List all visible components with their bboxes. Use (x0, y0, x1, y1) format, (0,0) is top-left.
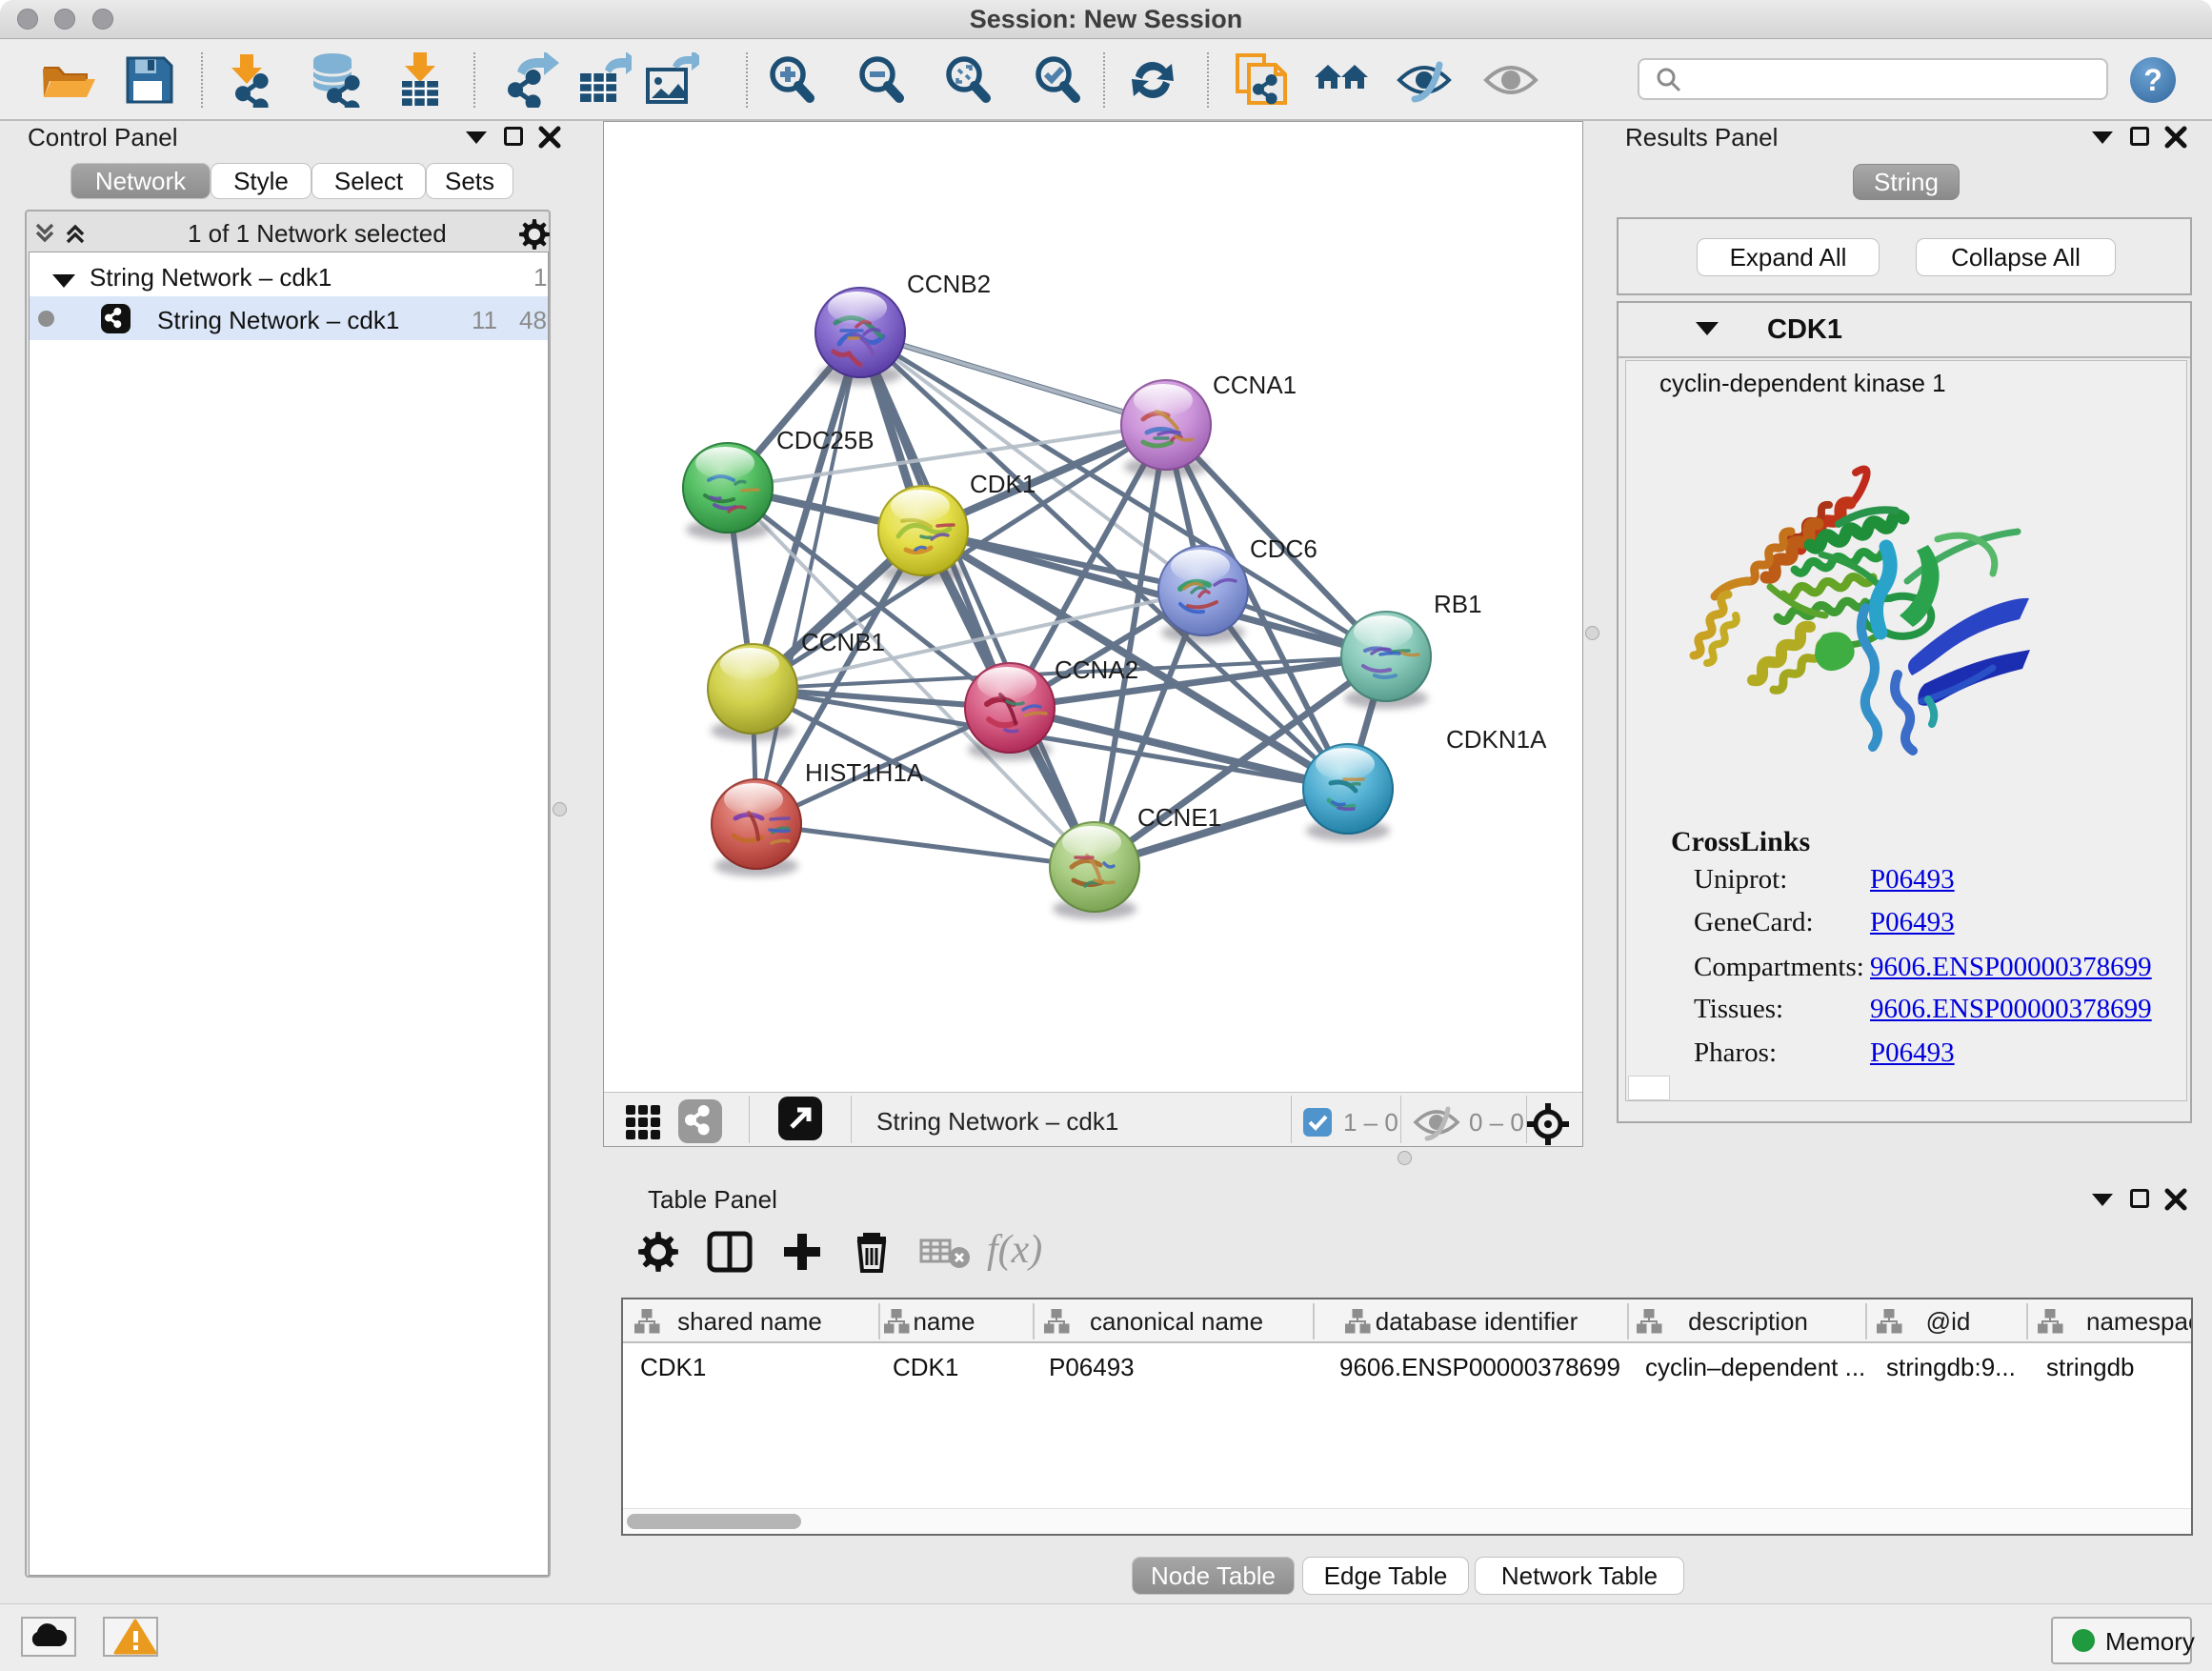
svg-text:CCNB1: CCNB1 (801, 628, 885, 656)
svg-text:CDC25B: CDC25B (776, 426, 875, 454)
svg-text:HIST1H1A: HIST1H1A (805, 758, 924, 787)
svg-text:CDC6: CDC6 (1250, 534, 1317, 563)
svg-text:CCNA1: CCNA1 (1213, 371, 1297, 399)
svg-text:CCNA2: CCNA2 (1055, 655, 1138, 684)
svg-text:CCNE1: CCNE1 (1137, 803, 1221, 832)
svg-text:CDK1: CDK1 (970, 470, 1036, 498)
svg-text:CDKN1A: CDKN1A (1446, 725, 1547, 754)
svg-text:CCNB2: CCNB2 (907, 270, 991, 298)
svg-text:RB1: RB1 (1434, 590, 1482, 618)
